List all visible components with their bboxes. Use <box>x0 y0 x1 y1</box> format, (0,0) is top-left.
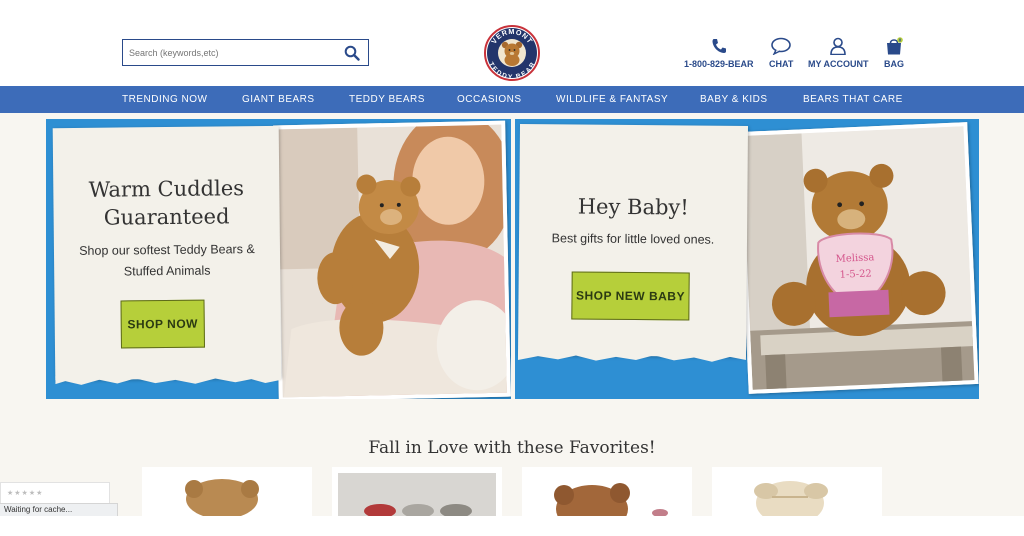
favorite-product-tile[interactable] <box>522 467 692 516</box>
site-header: VERMONT TEDDY BEAR 1-800-829-BEAR CHAT M… <box>0 20 1024 86</box>
phone-link[interactable]: 1-800-829-BEAR <box>684 37 754 69</box>
favorite-product-tile[interactable] <box>712 467 882 516</box>
nav-item-trending-now[interactable]: TRENDING NOW <box>122 94 207 105</box>
hero-baby-title: Hey Baby! <box>577 194 689 220</box>
hero-text-line1: Shop our softest Teddy Bears & <box>79 242 255 258</box>
account-link[interactable]: MY ACCOUNT <box>808 37 869 69</box>
hero-card-baby: Hey Baby! Best gifts for little loved on… <box>517 124 749 362</box>
nav-item-bears-that-care[interactable]: BEARS THAT CARE <box>803 94 903 105</box>
account-icon <box>808 37 869 55</box>
bib-date: 1-5-22 <box>839 268 872 280</box>
nav-item-teddy-bears[interactable]: TEDDY BEARS <box>349 94 425 105</box>
hero-baby-text: Best gifts for little loved ones. <box>551 231 715 247</box>
favorites-heading: Fall in Love with these Favorites! <box>368 438 656 458</box>
hero-banner-cuddles[interactable]: Warm Cuddles Guaranteed Shop our softest… <box>46 119 511 399</box>
product-image <box>185 479 259 516</box>
rating-stars-icon: ★★★★★ <box>7 490 44 497</box>
hero-photo-baby-bear: Melissa 1-5-22 <box>737 122 979 394</box>
hero-banner-baby[interactable]: Melissa 1-5-22 Hey Baby! Best gifts for … <box>515 119 979 399</box>
hero-text-line2: Stuffed Animals <box>123 263 211 279</box>
shop-new-baby-button[interactable]: SHOP NEW BABY <box>571 271 690 321</box>
search-input[interactable] <box>129 44 334 62</box>
product-image <box>554 483 668 516</box>
nav-item-wildlife-fantasy[interactable]: WILDLIFE & FANTASY <box>556 94 668 105</box>
hero-photo-woman-with-bear <box>273 120 511 399</box>
chat-label: CHAT <box>769 59 794 69</box>
hero-card-cuddles: Warm Cuddles Guaranteed Shop our softest… <box>52 125 282 385</box>
favorite-product-tile[interactable] <box>332 467 502 516</box>
hero-title-line2: Guaranteed <box>103 204 230 230</box>
torn-edge <box>55 373 282 385</box>
shop-now-button[interactable]: SHOP NOW <box>120 299 205 349</box>
nav-item-baby-kids[interactable]: BABY & KIDS <box>700 94 768 105</box>
search-icon[interactable] <box>344 45 360 61</box>
phone-label: 1-800-829-BEAR <box>684 59 754 69</box>
browser-status-bar: Waiting for cache... <box>0 503 118 516</box>
bib-name: Melissa <box>835 252 874 265</box>
page: VERMONT TEDDY BEAR 1-800-829-BEAR CHAT M… <box>0 20 1024 516</box>
bag-link[interactable]: 0 BAG <box>884 37 904 69</box>
product-image <box>754 481 828 516</box>
product-image <box>338 473 496 516</box>
nav-item-giant-bears[interactable]: GIANT BEARS <box>242 94 315 105</box>
account-label: MY ACCOUNT <box>808 59 869 69</box>
site-logo[interactable]: VERMONT TEDDY BEAR <box>484 25 540 81</box>
chat-link[interactable]: CHAT <box>769 37 793 69</box>
chat-icon <box>769 37 793 55</box>
phone-icon <box>684 37 754 55</box>
search-box[interactable] <box>122 39 369 66</box>
favorite-product-tile[interactable] <box>142 467 312 516</box>
bag-label: BAG <box>884 59 904 69</box>
main-nav: TRENDING NOW GIANT BEARS TEDDY BEARS OCC… <box>0 86 1024 113</box>
nav-item-occasions[interactable]: OCCASIONS <box>457 94 522 105</box>
torn-edge <box>517 351 747 362</box>
bag-icon: 0 <box>884 37 904 55</box>
hero-title-line1: Warm Cuddles <box>88 176 245 202</box>
